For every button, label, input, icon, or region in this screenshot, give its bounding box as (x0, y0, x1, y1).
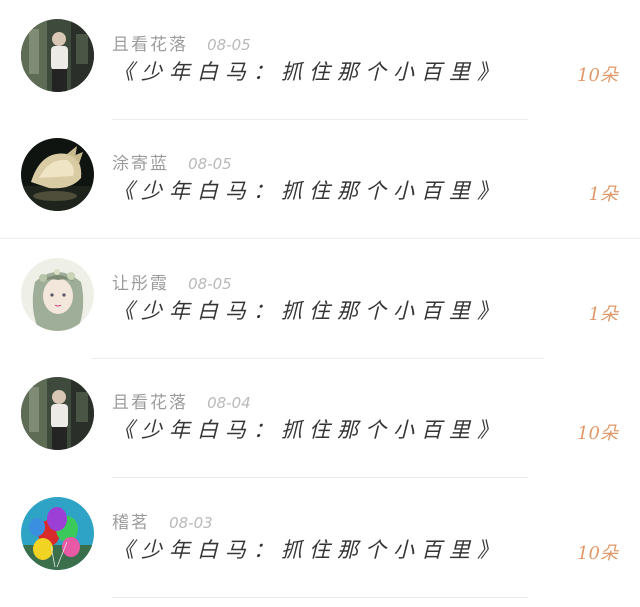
username[interactable]: 让彤霞 (112, 274, 169, 294)
flower-count: 10朵 (577, 423, 618, 444)
entry-meta: 让彤霞 08-05 (112, 269, 232, 294)
list-item[interactable]: 且看花落 08-05 《少年白马：抓住那个小百里》 10朵 (0, 0, 640, 120)
entry-date: 08-05 (207, 36, 251, 54)
username[interactable]: 稽茗 (112, 513, 150, 533)
username[interactable]: 且看花落 (112, 393, 188, 413)
entry-meta: 且看花落 08-04 (112, 388, 251, 413)
portrait-man-avatar-icon (21, 377, 94, 450)
entry-date: 08-04 (207, 394, 251, 412)
entry-date: 08-03 (169, 514, 213, 532)
entry-date: 08-05 (188, 155, 232, 173)
flower-count: 10朵 (577, 543, 618, 564)
entry-meta: 稽茗 08-03 (112, 508, 213, 533)
username[interactable]: 涂寄蓝 (112, 154, 169, 174)
flower-count: 1朵 (588, 304, 618, 325)
entry-meta: 涂寄蓝 08-05 (112, 149, 232, 174)
seashell-avatar-icon (21, 138, 94, 211)
username[interactable]: 且看花落 (112, 35, 188, 55)
list-item[interactable]: 且看花落 08-04 《少年白马：抓住那个小百里》 10朵 (0, 358, 640, 478)
book-title[interactable]: 《少年白马：抓住那个小百里》 (113, 175, 505, 205)
gift-list: 且看花落 08-05 《少年白马：抓住那个小百里》 10朵 涂寄蓝 08-05 … (0, 0, 640, 607)
portrait-man-avatar-icon (21, 19, 94, 92)
balloons-avatar-icon (21, 497, 94, 570)
anime-girl-avatar-icon (21, 258, 94, 331)
list-item[interactable]: 稽茗 08-03 《少年白马：抓住那个小百里》 10朵 (0, 478, 640, 598)
avatar[interactable] (21, 19, 94, 92)
book-title[interactable]: 《少年白马：抓住那个小百里》 (113, 295, 505, 325)
entry-date: 08-05 (188, 275, 232, 293)
book-title[interactable]: 《少年白马：抓住那个小百里》 (113, 534, 505, 564)
book-title[interactable]: 《少年白马：抓住那个小百里》 (113, 56, 505, 86)
avatar[interactable] (21, 377, 94, 450)
book-title[interactable]: 《少年白马：抓住那个小百里》 (113, 414, 505, 444)
avatar[interactable] (21, 258, 94, 331)
flower-count: 1朵 (588, 184, 618, 205)
divider (112, 597, 528, 598)
entry-meta: 且看花落 08-05 (112, 30, 251, 55)
list-item[interactable]: 涂寄蓝 08-05 《少年白马：抓住那个小百里》 1朵 (0, 119, 640, 239)
avatar[interactable] (21, 138, 94, 211)
list-item[interactable]: 让彤霞 08-05 《少年白马：抓住那个小百里》 1朵 (0, 239, 640, 359)
avatar[interactable] (21, 497, 94, 570)
flower-count: 10朵 (577, 65, 618, 86)
